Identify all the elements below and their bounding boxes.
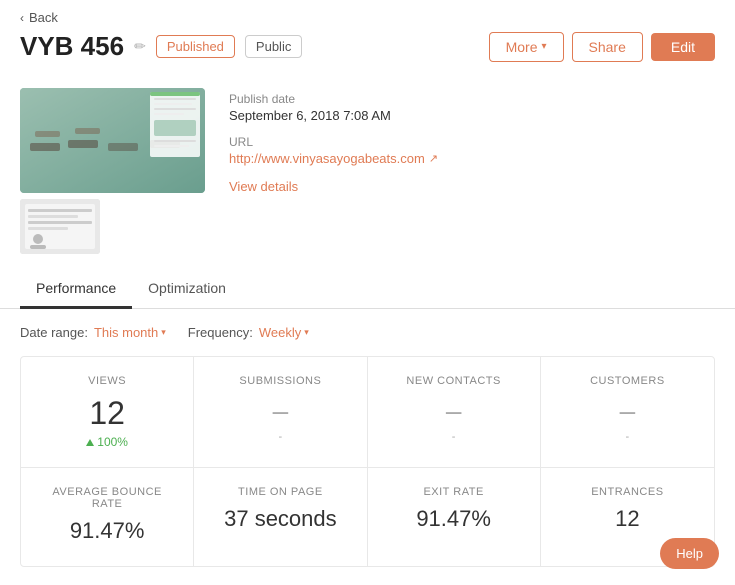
tab-optimization[interactable]: Optimization [132, 270, 242, 309]
edit-button[interactable]: Edit [651, 33, 715, 61]
stat-exit-header: EXIT RATE [384, 486, 524, 498]
stat-submissions: SUBMISSIONS – - [194, 357, 367, 467]
stats-row-bottom: AVERAGE BOUNCE RATE 91.47% TIME ON PAGE … [21, 468, 714, 566]
date-range-label: Date range: [20, 325, 88, 340]
stat-views: VIEWS 12 100% [21, 357, 194, 467]
more-button[interactable]: More ▾ [489, 32, 564, 62]
help-button[interactable]: Help [660, 538, 719, 569]
stat-new-contacts: NEW CONTACTS – - [368, 357, 541, 467]
stat-submissions-value: – [210, 397, 350, 425]
back-label: Back [29, 10, 58, 25]
stat-submissions-header: SUBMISSIONS [210, 375, 350, 387]
stats-row-top: VIEWS 12 100% SUBMISSIONS – - NEW CONTAC… [21, 357, 714, 468]
stat-contacts-value: – [384, 397, 524, 425]
more-label: More [506, 39, 538, 55]
stat-views-header: VIEWS [37, 375, 177, 387]
external-link-icon: ↗ [429, 152, 438, 165]
stat-exit-value: 91.47% [384, 508, 524, 530]
stat-bounce-header: AVERAGE BOUNCE RATE [37, 486, 177, 510]
share-button[interactable]: Share [572, 32, 643, 62]
visibility-badge[interactable]: Public [245, 35, 302, 58]
back-chevron-icon: ‹ [20, 11, 24, 25]
stat-contacts-sub: - [384, 431, 524, 443]
page-title: VYB 456 [20, 31, 124, 62]
frequency-label: Frequency: [188, 325, 253, 340]
stat-time-header: TIME ON PAGE [210, 486, 350, 498]
page-preview [20, 88, 205, 254]
performance-section: Date range: This month ▾ Frequency: Week… [0, 309, 735, 583]
date-range-chevron-icon: ▾ [161, 327, 166, 338]
stat-time-value: 37 seconds [210, 508, 350, 530]
stat-bounce-value: 91.47% [37, 520, 177, 542]
status-badge[interactable]: Published [156, 35, 235, 58]
stat-time-on-page: TIME ON PAGE 37 seconds [194, 468, 367, 566]
stat-views-change: 100% [37, 435, 177, 449]
stat-customers-header: CUSTOMERS [557, 375, 698, 387]
date-controls: Date range: This month ▾ Frequency: Week… [20, 325, 715, 340]
edit-pencil-icon[interactable]: ✏ [134, 38, 146, 55]
stats-container: VIEWS 12 100% SUBMISSIONS – - NEW CONTAC… [20, 356, 715, 567]
stat-submissions-sub: - [210, 431, 350, 443]
stat-customers-value: – [557, 397, 698, 425]
stat-exit-rate: EXIT RATE 91.47% [368, 468, 541, 566]
stat-views-value: 12 [37, 397, 177, 429]
frequency-selector[interactable]: Weekly ▾ [259, 325, 309, 340]
url-value: http://www.vinyasayogabeats.com [229, 151, 425, 166]
tabs-bar: Performance Optimization [0, 270, 735, 309]
stat-entrances-header: ENTRANCES [557, 486, 698, 498]
more-chevron-icon: ▾ [541, 41, 546, 52]
preview-main-image [20, 88, 205, 193]
page-metadata: Publish date September 6, 2018 7:08 AM U… [229, 88, 715, 194]
back-link[interactable]: ‹ Back [20, 10, 715, 25]
stat-bounce-rate: AVERAGE BOUNCE RATE 91.47% [21, 468, 194, 566]
view-details-link[interactable]: View details [229, 179, 298, 194]
publish-date-label: Publish date [229, 92, 715, 106]
stat-contacts-header: NEW CONTACTS [384, 375, 524, 387]
url-link[interactable]: http://www.vinyasayogabeats.com ↗ [229, 151, 715, 166]
date-range-selector[interactable]: This month ▾ [94, 325, 166, 340]
trend-up-icon [86, 439, 94, 446]
stat-customers: CUSTOMERS – - [541, 357, 714, 467]
url-label: URL [229, 135, 715, 149]
frequency-chevron-icon: ▾ [304, 327, 309, 338]
tab-performance[interactable]: Performance [20, 270, 132, 309]
stat-entrances-value: 12 [557, 508, 698, 530]
stat-customers-sub: - [557, 431, 698, 443]
publish-date-value: September 6, 2018 7:08 AM [229, 108, 715, 123]
preview-thumb-image [20, 199, 100, 254]
